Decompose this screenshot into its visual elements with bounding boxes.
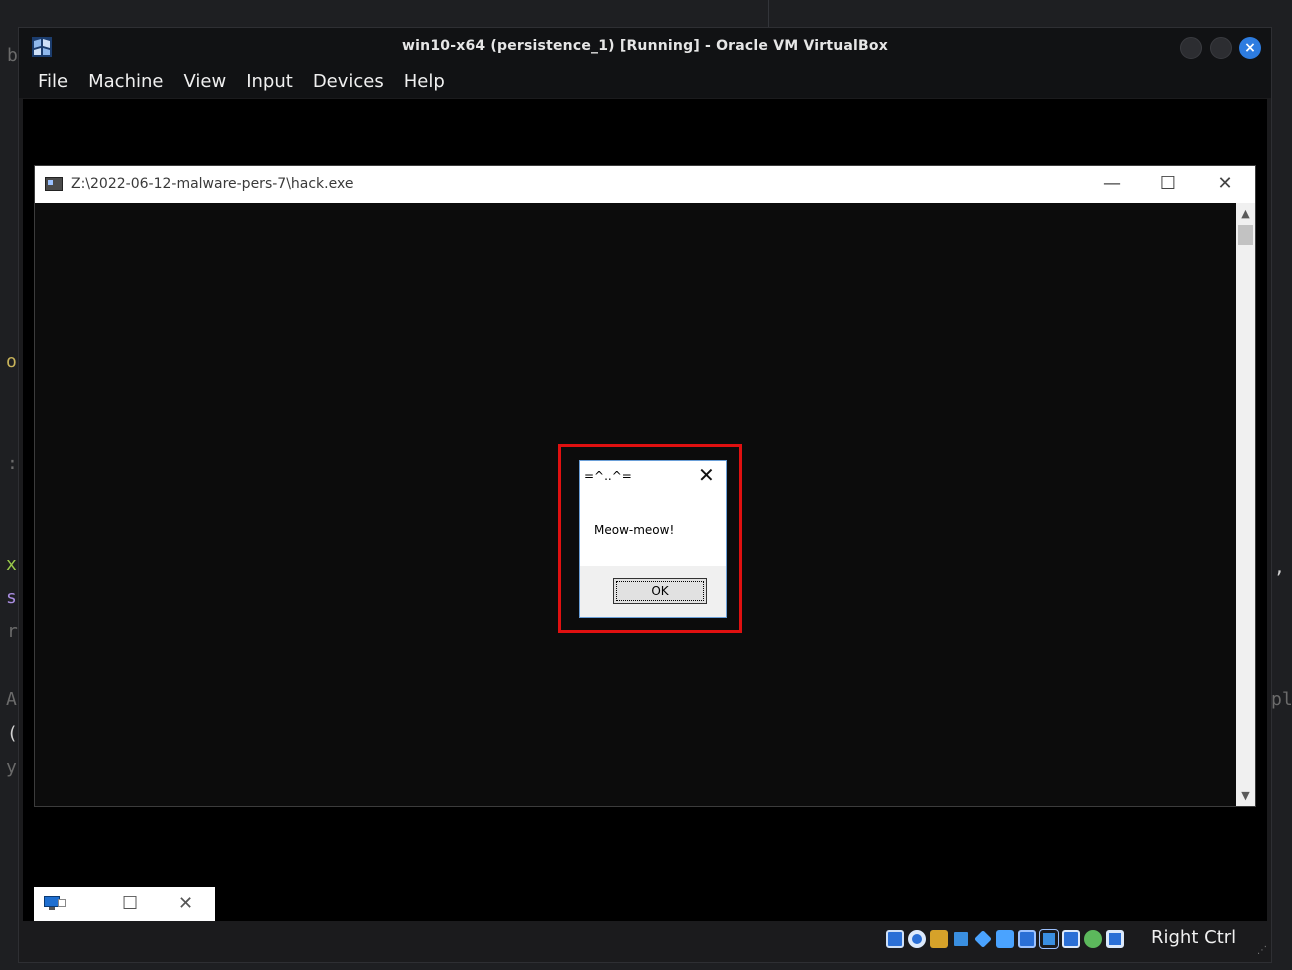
- editor-glyph: (: [7, 723, 18, 744]
- maximize-button[interactable]: [1210, 37, 1232, 59]
- editor-glyph: x: [6, 554, 17, 575]
- display-icon[interactable]: [1018, 930, 1036, 948]
- console-close-button[interactable]: ✕: [1205, 172, 1245, 196]
- background-strip: [0, 0, 1292, 10]
- mini-maximize-button[interactable]: ☐: [122, 893, 138, 914]
- console-minimize-button[interactable]: —: [1092, 172, 1132, 196]
- hdd-icon[interactable]: [886, 930, 904, 948]
- recording-icon[interactable]: [1039, 929, 1059, 949]
- scroll-down-arrow-icon[interactable]: ▼: [1236, 787, 1255, 804]
- virtualbox-window: win10-x64 (persistence_1) [Running] - Or…: [18, 27, 1272, 963]
- console-app-icon: [45, 177, 63, 191]
- menu-machine[interactable]: Machine: [78, 66, 173, 98]
- audio-icon[interactable]: [930, 930, 948, 948]
- mini-close-button[interactable]: ✕: [178, 893, 193, 914]
- editor-glyph: ,: [1274, 557, 1285, 578]
- menu-file[interactable]: File: [19, 66, 78, 98]
- menu-input[interactable]: Input: [236, 66, 303, 98]
- editor-glyph: b: [7, 45, 18, 66]
- virtualbox-titlebar[interactable]: win10-x64 (persistence_1) [Running] - Or…: [19, 28, 1271, 66]
- arrow-icon[interactable]: [1106, 930, 1124, 948]
- message-box-footer: OK: [580, 566, 726, 617]
- window-title: win10-x64 (persistence_1) [Running] - Or…: [402, 38, 888, 54]
- minimize-button[interactable]: [1180, 37, 1202, 59]
- status-icons: [886, 929, 1124, 949]
- message-box-text: Meow-meow!: [594, 523, 675, 537]
- vt-icon[interactable]: [1062, 930, 1080, 948]
- computer-icon: [44, 896, 66, 912]
- menu-view[interactable]: View: [173, 66, 236, 98]
- editor-glyph: r: [7, 621, 18, 642]
- console-title: Z:\2022-06-12-malware-pers-7\hack.exe: [71, 176, 354, 192]
- message-box-title: =^..^=: [584, 469, 632, 483]
- background-divider: [768, 0, 769, 28]
- editor-glyph: y: [6, 757, 17, 778]
- usb-icon[interactable]: [974, 930, 992, 948]
- message-box: =^..^= ✕ Meow-meow! OK: [579, 460, 727, 618]
- minimized-window[interactable]: ☐ ✕: [34, 887, 215, 921]
- console-titlebar[interactable]: Z:\2022-06-12-malware-pers-7\hack.exe — …: [35, 166, 1255, 203]
- scroll-thumb[interactable]: [1238, 225, 1253, 245]
- editor-glyph: pl: [1271, 689, 1292, 710]
- editor-glyph: :: [7, 453, 18, 474]
- editor-glyph: A: [6, 689, 17, 710]
- editor-glyph: s: [6, 587, 17, 608]
- menu-help[interactable]: Help: [394, 66, 455, 98]
- vm-display[interactable]: Z:\2022-06-12-malware-pers-7\hack.exe — …: [23, 99, 1267, 921]
- editor-glyph: o: [6, 351, 17, 372]
- resize-grip-icon[interactable]: ⋰: [1257, 945, 1267, 956]
- host-key-label: Right Ctrl: [1151, 927, 1237, 948]
- shared-folder-icon[interactable]: [996, 930, 1014, 948]
- network-icon[interactable]: [952, 930, 970, 948]
- scroll-up-arrow-icon[interactable]: ▲: [1236, 205, 1255, 222]
- ok-button[interactable]: OK: [613, 578, 707, 604]
- console-scrollbar[interactable]: ▲ ▼: [1236, 203, 1255, 806]
- close-button[interactable]: ×: [1239, 37, 1261, 59]
- message-box-close-button[interactable]: ✕: [698, 463, 715, 487]
- menu-bar: File Machine View Input Devices Help: [19, 66, 1271, 98]
- optical-icon[interactable]: [908, 930, 926, 948]
- menu-devices[interactable]: Devices: [303, 66, 394, 98]
- mouse-integration-icon[interactable]: [1084, 930, 1102, 948]
- console-maximize-button[interactable]: ☐: [1148, 172, 1188, 196]
- status-bar: Right Ctrl ⋰: [19, 921, 1271, 961]
